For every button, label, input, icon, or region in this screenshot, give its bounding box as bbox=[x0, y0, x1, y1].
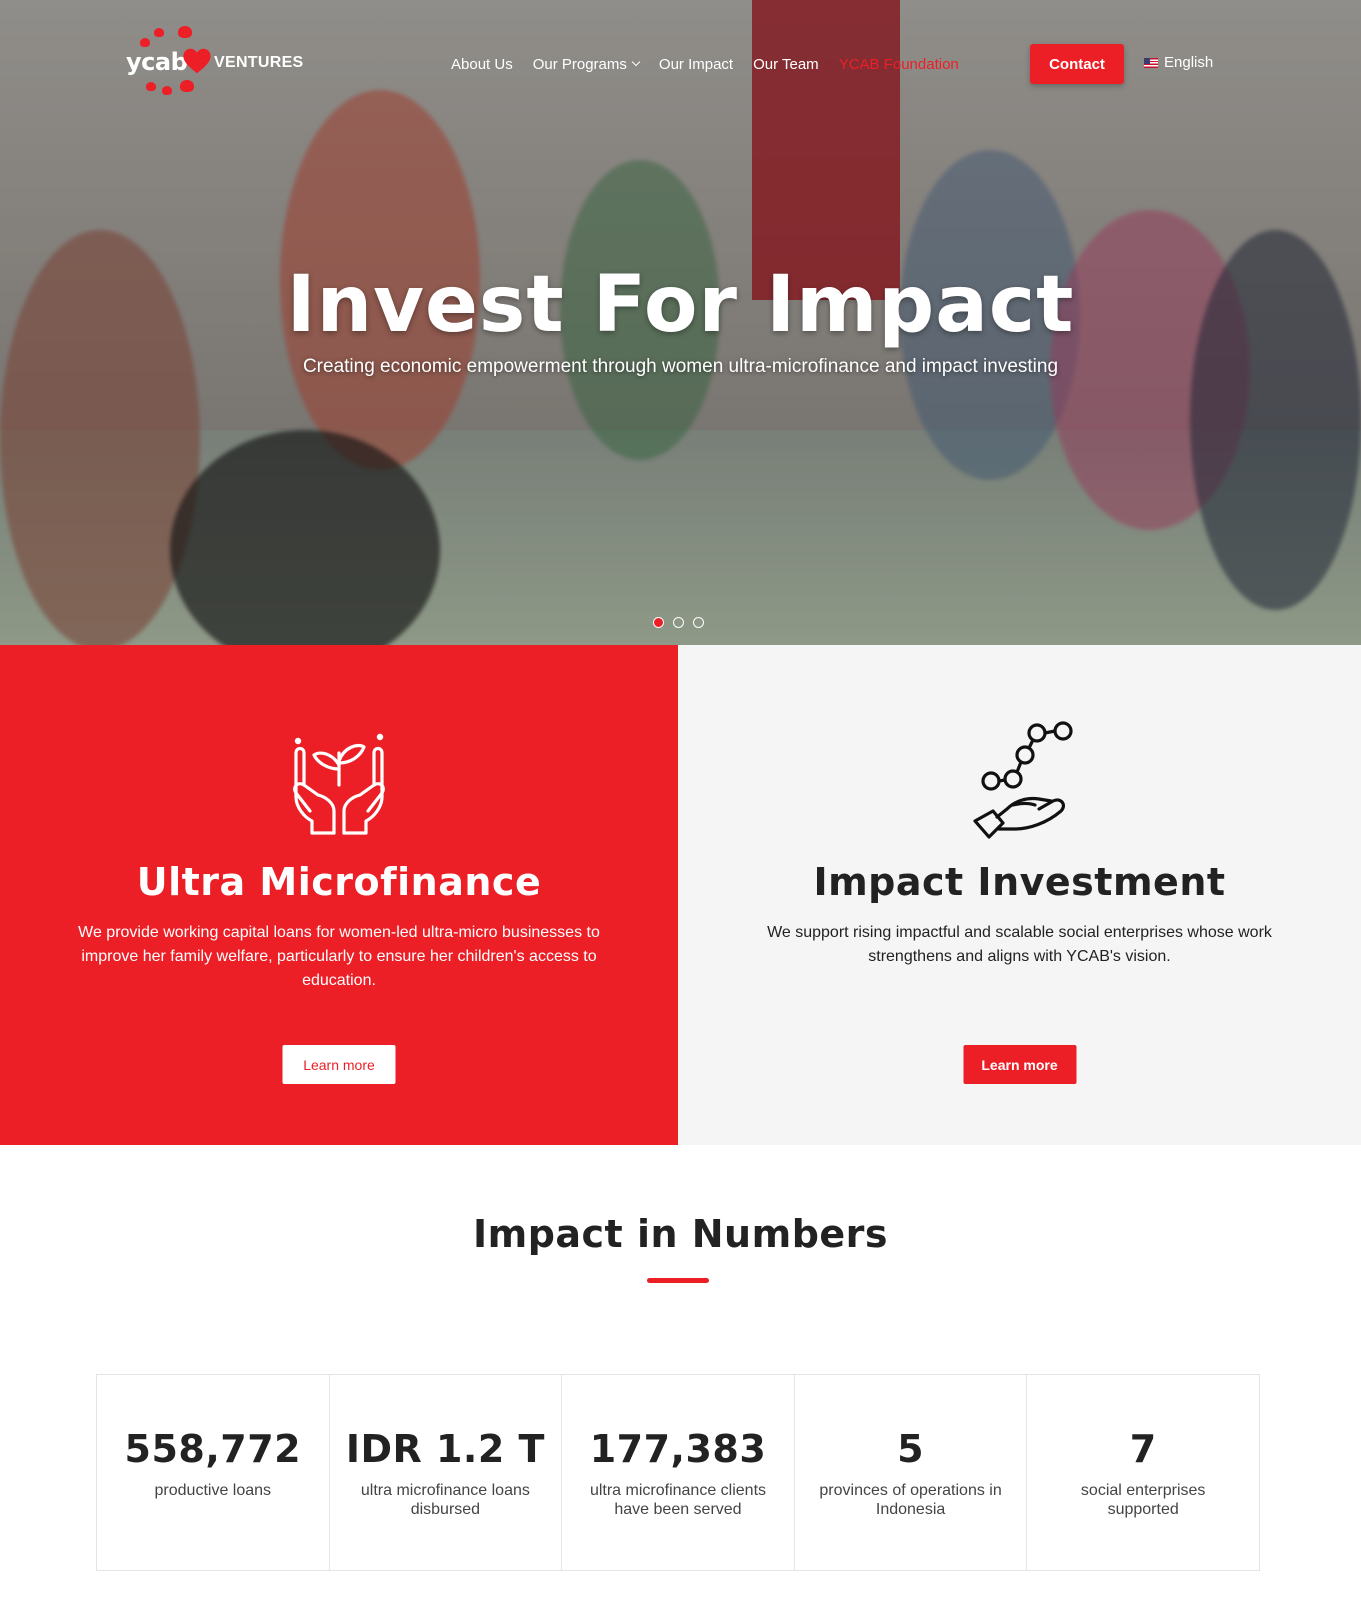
logo-suffix: VENTURES bbox=[214, 54, 304, 71]
stat-card: 177,383 ultra microfinance clients have … bbox=[562, 1375, 795, 1570]
brand-logo[interactable]: ycab VENTURES bbox=[126, 26, 306, 96]
nav-about-us[interactable]: About Us bbox=[451, 56, 513, 73]
nav-our-impact[interactable]: Our Impact bbox=[659, 56, 733, 73]
hero-title: Invest For Impact bbox=[286, 260, 1075, 350]
language-label: English bbox=[1164, 54, 1214, 71]
program-description: We support rising impactful and scalable… bbox=[767, 924, 1272, 965]
logo-heart-dot bbox=[180, 80, 194, 92]
heart-icon bbox=[183, 48, 211, 74]
stat-card: IDR 1.2 T ultra microfinance loans disbu… bbox=[330, 1375, 563, 1570]
stat-label: productive loans bbox=[154, 1482, 272, 1499]
stats-grid: 558,772 productive loans IDR 1.2 T ultra… bbox=[96, 1374, 1260, 1571]
learn-more-button[interactable]: Learn more bbox=[282, 1045, 396, 1084]
nav-label: Our Programs bbox=[532, 55, 627, 73]
slider-dot-2[interactable] bbox=[673, 617, 684, 628]
title-underline bbox=[647, 1278, 709, 1283]
nav-our-programs[interactable]: Our Programs bbox=[532, 55, 641, 73]
stat-card: 7 social enterprises supported bbox=[1027, 1375, 1259, 1570]
stat-card: 5 provinces of operations in Indonesia bbox=[795, 1375, 1028, 1570]
chevron-down-icon bbox=[631, 57, 641, 67]
program-ultra-microfinance: Ultra Microfinance We provide working ca… bbox=[0, 645, 678, 1145]
slider-dot-1[interactable] bbox=[653, 617, 664, 628]
language-selector[interactable]: English bbox=[1144, 54, 1213, 71]
nav-label: YCAB Foundation bbox=[838, 55, 959, 73]
stat-label: ultra microfinance clients have been ser… bbox=[589, 1482, 767, 1518]
stat-card: 558,772 productive loans bbox=[97, 1375, 330, 1570]
stat-value: 5 bbox=[897, 1427, 925, 1471]
logo-heart-dot bbox=[146, 82, 156, 91]
logo-heart-dot bbox=[140, 38, 150, 47]
stat-value: 558,772 bbox=[124, 1427, 302, 1471]
nav-ycab-foundation[interactable]: YCAB Foundation bbox=[839, 56, 959, 73]
program-title: Ultra Microfinance bbox=[136, 860, 542, 904]
hero-slider: ycab VENTURES About Us Our Programs Our … bbox=[0, 0, 1361, 645]
stat-value: 7 bbox=[1129, 1427, 1157, 1471]
program-description: We provide working capital loans for wom… bbox=[78, 924, 600, 989]
logo-heart-dot bbox=[178, 26, 192, 38]
stat-label: provinces of operations in Indonesia bbox=[819, 1482, 1002, 1518]
main-nav: About Us Our Programs Our Impact Our Tea… bbox=[451, 52, 979, 76]
stat-value: IDR 1.2 T bbox=[345, 1427, 545, 1471]
nav-label: About Us bbox=[451, 55, 513, 73]
hands-plant-icon bbox=[293, 733, 385, 835]
logo-text: ycab bbox=[126, 48, 188, 76]
us-flag-icon bbox=[1144, 57, 1158, 68]
logo-heart-dot bbox=[162, 86, 172, 95]
nav-our-team[interactable]: Our Team bbox=[753, 56, 819, 73]
program-title: Impact Investment bbox=[813, 860, 1226, 904]
learn-more-button[interactable]: Learn more bbox=[963, 1045, 1076, 1084]
impact-numbers-title: Impact in Numbers bbox=[472, 1212, 889, 1256]
stat-label: ultra microfinance loans disbursed bbox=[360, 1482, 530, 1518]
hand-growth-chart-icon bbox=[972, 721, 1073, 839]
stat-label: social enterprises supported bbox=[1080, 1482, 1206, 1518]
stat-value: 177,383 bbox=[589, 1427, 767, 1471]
program-impact-investment: Impact Investment We support rising impa… bbox=[678, 645, 1361, 1145]
contact-button[interactable]: Contact bbox=[1030, 44, 1124, 84]
nav-label: Our Team bbox=[753, 55, 819, 73]
logo-heart-dot bbox=[154, 28, 164, 37]
slider-dot-3[interactable] bbox=[693, 617, 704, 628]
nav-label: Our Impact bbox=[658, 55, 734, 73]
slider-dots bbox=[653, 617, 704, 628]
hero-subtitle: Creating economic empowerment through wo… bbox=[302, 356, 1059, 377]
